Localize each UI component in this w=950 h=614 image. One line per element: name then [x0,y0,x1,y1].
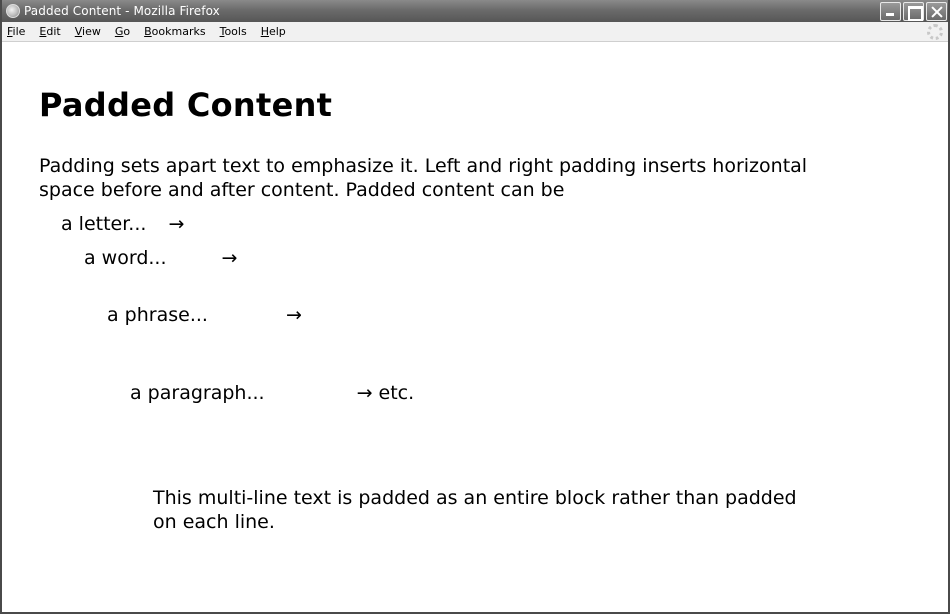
menu-tools[interactable]: Tools [220,25,247,38]
menu-go[interactable]: Go [115,25,130,38]
padded-block-text: This multi-line text is padded as an ent… [153,487,797,533]
throbber-icon [927,24,943,40]
example-word: a word... → [84,247,238,269]
menu-bookmarks[interactable]: Bookmarks [144,25,205,38]
window-title: Padded Content - Mozilla Firefox [24,4,220,18]
menu-edit[interactable]: Edit [39,25,60,38]
arrow-icon: → [285,304,302,326]
maximize-button[interactable] [903,2,924,21]
minimize-button[interactable] [880,2,901,21]
arrow-icon: → [168,213,185,235]
menu-bar: File Edit View Go Bookmarks Tools Help [2,22,948,42]
firefox-icon [6,4,20,18]
example-paragraph: a paragraph... → etc. [130,382,415,404]
example-letter: a letter... → [61,213,185,235]
menu-view[interactable]: View [75,25,101,38]
menu-file[interactable]: File [7,25,25,38]
window-controls [880,2,947,21]
arrow-icon: → [356,382,373,404]
intro-paragraph: Padding sets apart text to emphasize it.… [39,155,808,201]
title-bar[interactable]: Padded Content - Mozilla Firefox [2,0,948,22]
close-button[interactable] [926,2,947,21]
browser-window: Padded Content - Mozilla Firefox File Ed… [0,0,950,614]
page-heading: Padded Content [39,86,333,124]
page-content: Padded Content Padding sets apart text t… [2,43,948,612]
arrow-icon: → [221,247,238,269]
menu-help[interactable]: Help [261,25,286,38]
example-phrase: a phrase... → [107,304,302,326]
